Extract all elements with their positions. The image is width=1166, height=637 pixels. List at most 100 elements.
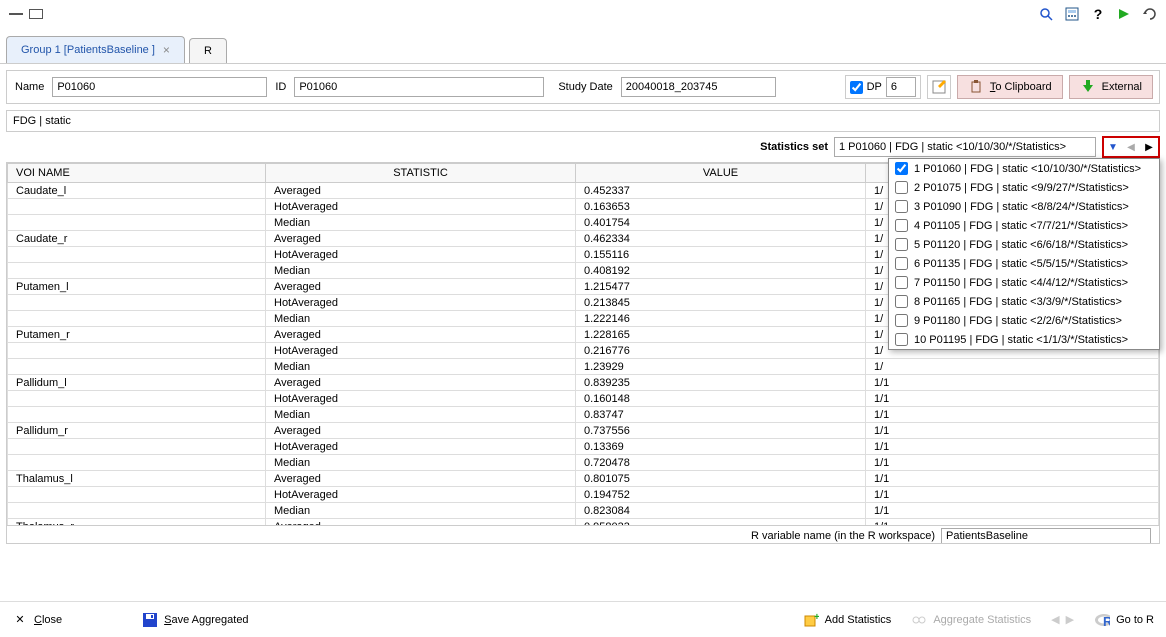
- table-row[interactable]: Thalamus_lAveraged0.8010751/1: [8, 471, 1159, 487]
- cell-voi: Putamen_r: [8, 327, 266, 343]
- cell-voi: [8, 199, 266, 215]
- cell-ratio: 1/1: [866, 375, 1159, 391]
- col-stat[interactable]: STATISTIC: [266, 164, 576, 183]
- dropdown-checkbox[interactable]: [895, 238, 908, 251]
- table-row[interactable]: Median1.239291/: [8, 359, 1159, 375]
- dropdown-label: 1 P01060 | FDG | static <10/10/30/*/Stat…: [914, 163, 1141, 175]
- goto-r-button[interactable]: R Go to R: [1094, 612, 1154, 628]
- r-var-input[interactable]: [941, 528, 1151, 544]
- dropdown-item[interactable]: 9 P01180 | FDG | static <2/2/6/*/Statist…: [889, 311, 1159, 330]
- svg-text:R: R: [1103, 614, 1110, 629]
- name-input[interactable]: [52, 77, 267, 97]
- dropdown-item[interactable]: 6 P01135 | FDG | static <5/5/15/*/Statis…: [889, 254, 1159, 273]
- cell-stat: HotAveraged: [266, 487, 576, 503]
- cell-stat: HotAveraged: [266, 391, 576, 407]
- next-button[interactable]: ▶: [1140, 138, 1158, 156]
- cell-stat: Median: [266, 503, 576, 519]
- dropdown-checkbox[interactable]: [895, 162, 908, 175]
- dropdown-checkbox[interactable]: [895, 333, 908, 346]
- cell-stat: Averaged: [266, 279, 576, 295]
- tab-group1[interactable]: Group 1 [PatientsBaseline ] ×: [6, 36, 185, 63]
- cell-ratio: 1/1: [866, 503, 1159, 519]
- play-icon[interactable]: [1116, 6, 1132, 22]
- stats-set-input[interactable]: [834, 137, 1096, 157]
- cell-val: 0.83747: [576, 407, 866, 423]
- table-row[interactable]: Pallidum_rAveraged0.7375561/1: [8, 423, 1159, 439]
- table-row[interactable]: Median0.8230841/1: [8, 503, 1159, 519]
- table-row[interactable]: Pallidum_lAveraged0.8392351/1: [8, 375, 1159, 391]
- dropdown-checkbox[interactable]: [895, 314, 908, 327]
- table-row[interactable]: HotAveraged0.133691/1: [8, 439, 1159, 455]
- col-voi[interactable]: VOI NAME: [8, 164, 266, 183]
- dropdown-item[interactable]: 10 P01195 | FDG | static <1/1/3/*/Statis…: [889, 330, 1159, 349]
- cell-val: 0.801075: [576, 471, 866, 487]
- id-input[interactable]: [294, 77, 544, 97]
- dropdown-toggle[interactable]: ▼: [1104, 138, 1122, 156]
- tab-r[interactable]: R: [189, 38, 227, 63]
- cell-stat: Averaged: [266, 327, 576, 343]
- add-statistics-button[interactable]: + Add Statistics: [803, 612, 892, 628]
- cell-voi: [8, 359, 266, 375]
- cell-val: 0.839235: [576, 375, 866, 391]
- table-row[interactable]: HotAveraged0.1601481/1: [8, 391, 1159, 407]
- col-val[interactable]: VALUE: [576, 164, 866, 183]
- cell-voi: Pallidum_r: [8, 423, 266, 439]
- dp-checkbox[interactable]: [850, 81, 863, 94]
- stats-set-row: Statistics set ▼ ◀ ▶ 1 P01060 | FDG | st…: [0, 132, 1166, 162]
- dropdown-label: 4 P01105 | FDG | static <7/7/21/*/Statis…: [914, 220, 1128, 232]
- dropdown-item[interactable]: 1 P01060 | FDG | static <10/10/30/*/Stat…: [889, 159, 1159, 178]
- table-row[interactable]: Median0.837471/1: [8, 407, 1159, 423]
- cell-ratio: 1/1: [866, 455, 1159, 471]
- dropdown-item[interactable]: 7 P01150 | FDG | static <4/4/12/*/Statis…: [889, 273, 1159, 292]
- cell-stat: HotAveraged: [266, 343, 576, 359]
- dropdown-label: 8 P01165 | FDG | static <3/3/9/*/Statist…: [914, 296, 1122, 308]
- cell-stat: Median: [266, 407, 576, 423]
- cell-val: 0.737556: [576, 423, 866, 439]
- dropdown-checkbox[interactable]: [895, 257, 908, 270]
- to-clipboard-button[interactable]: To Clipboard: [957, 75, 1063, 99]
- refresh-icon[interactable]: [1142, 6, 1158, 22]
- cell-val: 0.213845: [576, 295, 866, 311]
- dropdown-item[interactable]: 2 P01075 | FDG | static <9/9/27/*/Statis…: [889, 178, 1159, 197]
- dropdown-item[interactable]: 8 P01165 | FDG | static <3/3/9/*/Statist…: [889, 292, 1159, 311]
- dropdown-item[interactable]: 5 P01120 | FDG | static <6/6/18/*/Statis…: [889, 235, 1159, 254]
- dropdown-checkbox[interactable]: [895, 295, 908, 308]
- dropdown-label: 6 P01135 | FDG | static <5/5/15/*/Statis…: [914, 258, 1128, 270]
- dropdown-checkbox[interactable]: [895, 200, 908, 213]
- table-row[interactable]: Median0.7204781/1: [8, 455, 1159, 471]
- dropdown-item[interactable]: 4 P01105 | FDG | static <7/7/21/*/Statis…: [889, 216, 1159, 235]
- save-aggregated-button[interactable]: Save Aggregated: [142, 612, 248, 628]
- tab-close-icon[interactable]: ×: [163, 43, 170, 57]
- top-toolbar: ?: [0, 0, 1166, 28]
- search-icon[interactable]: [1038, 6, 1054, 22]
- prev-button[interactable]: ◀: [1122, 138, 1140, 156]
- cell-stat: HotAveraged: [266, 199, 576, 215]
- dropdown-label: 5 P01120 | FDG | static <6/6/18/*/Statis…: [914, 239, 1128, 251]
- cell-stat: Median: [266, 263, 576, 279]
- cell-ratio: 1/1: [866, 391, 1159, 407]
- minimize-icon[interactable]: [8, 6, 24, 22]
- dropdown-item[interactable]: 3 P01090 | FDG | static <8/8/24/*/Statis…: [889, 197, 1159, 216]
- dp-input[interactable]: [886, 77, 916, 97]
- table-row[interactable]: HotAveraged0.1947521/1: [8, 487, 1159, 503]
- help-icon[interactable]: ?: [1090, 6, 1106, 22]
- edit-button[interactable]: [927, 75, 951, 99]
- cell-voi: Caudate_r: [8, 231, 266, 247]
- cell-voi: Thalamus_l: [8, 471, 266, 487]
- cell-voi: [8, 343, 266, 359]
- external-button[interactable]: External: [1069, 75, 1153, 99]
- dropdown-label: 7 P01150 | FDG | static <4/4/12/*/Statis…: [914, 277, 1128, 289]
- dropdown-checkbox[interactable]: [895, 276, 908, 289]
- study-input[interactable]: [621, 77, 776, 97]
- close-button[interactable]: ✕ Close: [12, 612, 62, 628]
- cell-voi: Putamen_l: [8, 279, 266, 295]
- dropdown-checkbox[interactable]: [895, 219, 908, 232]
- dropdown-label: 3 P01090 | FDG | static <8/8/24/*/Statis…: [914, 201, 1129, 213]
- cell-voi: [8, 263, 266, 279]
- restore-icon[interactable]: [28, 6, 44, 22]
- calculator-icon[interactable]: [1064, 6, 1080, 22]
- dropdown-checkbox[interactable]: [895, 181, 908, 194]
- table-footer: R variable name (in the R workspace): [7, 525, 1159, 544]
- cell-ratio: 1/1: [866, 407, 1159, 423]
- stats-nav: ▼ ◀ ▶: [1102, 136, 1160, 158]
